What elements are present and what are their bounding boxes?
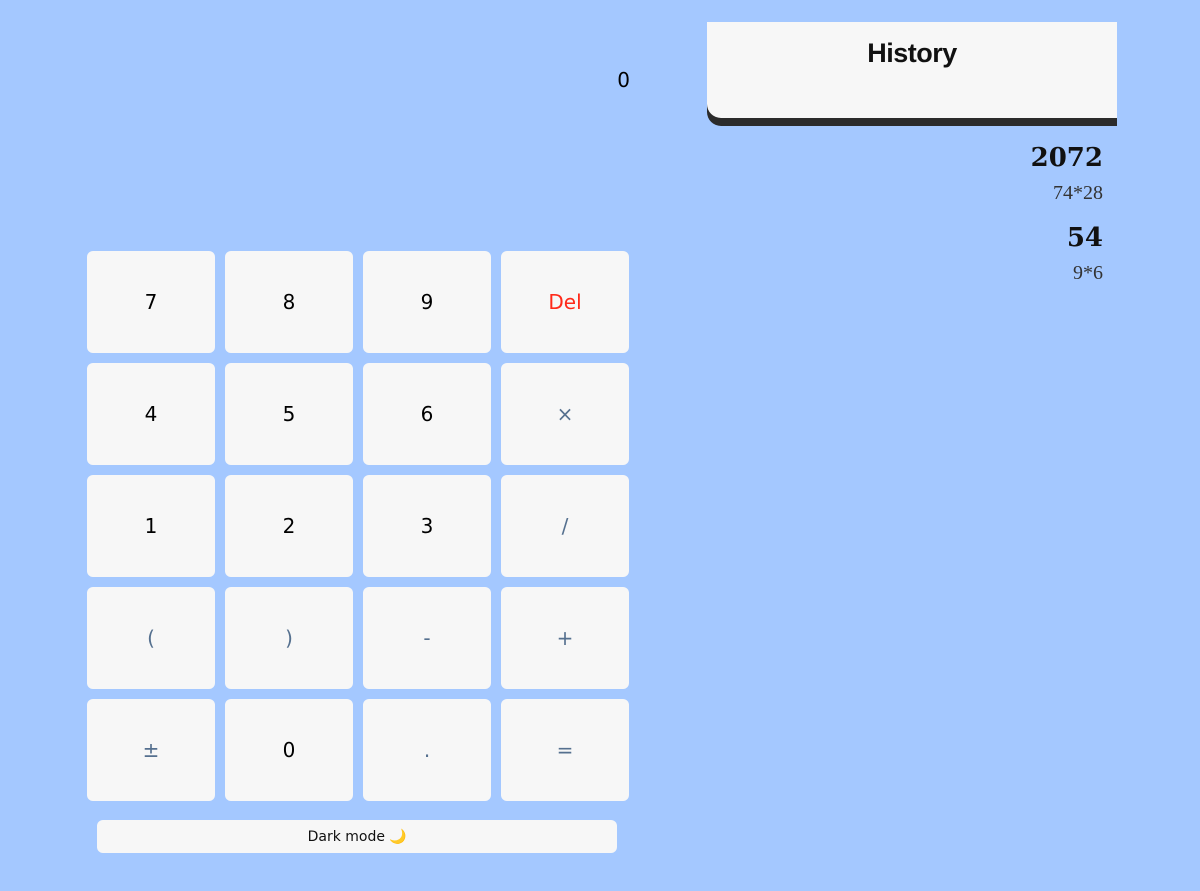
add-button[interactable]: + bbox=[501, 587, 629, 689]
key-5[interactable]: 5 bbox=[225, 363, 353, 465]
divide-button[interactable]: / bbox=[501, 475, 629, 577]
plus-minus-button[interactable]: ± bbox=[87, 699, 215, 801]
history-result: 54 bbox=[1066, 223, 1103, 253]
key-3[interactable]: 3 bbox=[363, 475, 491, 577]
subtract-button[interactable]: - bbox=[363, 587, 491, 689]
keypad: 7 8 9 Del 4 5 6 × 1 2 3 / ( ) - + ± 0 . … bbox=[87, 251, 629, 801]
equals-button[interactable]: = bbox=[501, 699, 629, 801]
moon-icon: 🌙 bbox=[388, 828, 407, 845]
history-entry[interactable]: 2072 74*28 bbox=[707, 140, 1103, 210]
history-expression: 74*28 bbox=[1053, 182, 1103, 204]
key-7[interactable]: 7 bbox=[87, 251, 215, 353]
calculator-display: 0 bbox=[87, 62, 631, 102]
history-header: History bbox=[707, 22, 1117, 118]
key-6[interactable]: 6 bbox=[363, 363, 491, 465]
display-value: 0 bbox=[617, 68, 630, 92]
history-expression: 9*6 bbox=[1073, 262, 1103, 284]
history-result: 2072 bbox=[1030, 143, 1103, 173]
decimal-button[interactable]: . bbox=[363, 699, 491, 801]
dark-mode-button[interactable]: Dark mode 🌙 bbox=[97, 820, 617, 853]
key-9[interactable]: 9 bbox=[363, 251, 491, 353]
multiply-button[interactable]: × bbox=[501, 363, 629, 465]
key-0[interactable]: 0 bbox=[225, 699, 353, 801]
open-paren-button[interactable]: ( bbox=[87, 587, 215, 689]
dark-mode-label: Dark mode bbox=[307, 828, 385, 845]
history-list: 2072 74*28 54 9*6 bbox=[707, 140, 1103, 300]
key-2[interactable]: 2 bbox=[225, 475, 353, 577]
key-1[interactable]: 1 bbox=[87, 475, 215, 577]
delete-button[interactable]: Del bbox=[501, 251, 629, 353]
key-8[interactable]: 8 bbox=[225, 251, 353, 353]
history-entry[interactable]: 54 9*6 bbox=[707, 220, 1103, 290]
key-4[interactable]: 4 bbox=[87, 363, 215, 465]
history-title: History bbox=[867, 38, 957, 68]
close-paren-button[interactable]: ) bbox=[225, 587, 353, 689]
